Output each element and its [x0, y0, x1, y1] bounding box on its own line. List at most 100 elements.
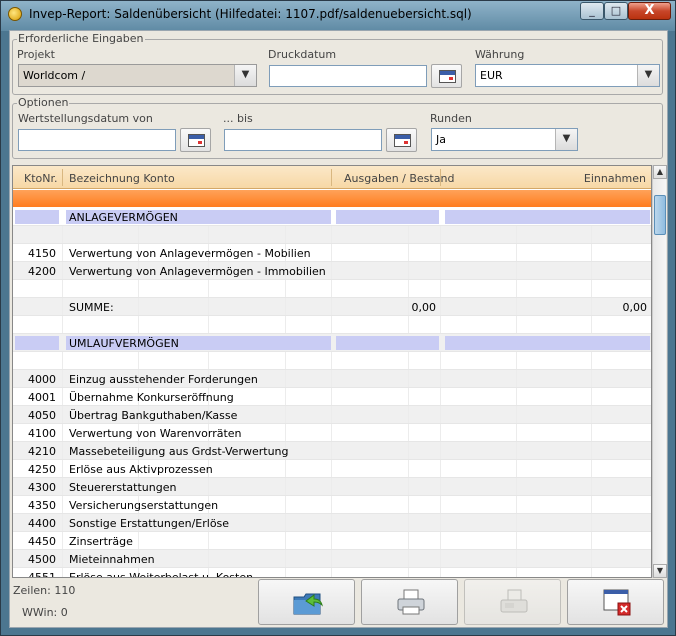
cell-divider: [331, 406, 332, 423]
cell-divider: [516, 316, 517, 333]
cell-divider: [62, 280, 63, 297]
cell-divider: [285, 496, 286, 513]
cell-divider: [331, 424, 332, 441]
window-title: Invep-Report: Saldenübersicht (Hilfedate…: [29, 7, 472, 21]
table-row[interactable]: 4150 Verwertung von Anlagevermögen - Mobi…: [13, 244, 651, 262]
minimize-button[interactable]: _: [580, 2, 604, 20]
column-header-bezeichnung[interactable]: Bezeichnung Konto: [69, 172, 175, 185]
cell-divider: [591, 280, 592, 297]
table-row[interactable]: 4551 Erlöse aus Weiterbelast.u. Kosten: [13, 568, 651, 577]
cell-divider: [440, 280, 441, 297]
cell-divider: [591, 424, 592, 441]
cell-divider: [62, 532, 63, 549]
druckdatum-field[interactable]: [269, 65, 427, 87]
table-row[interactable]: 4450 Zinserträge: [13, 532, 651, 550]
cell-divider: [285, 316, 286, 333]
table-row[interactable]: 4000 Einzug ausstehender Forderungen: [13, 370, 651, 388]
table-row[interactable]: 4300 Steuererstattungen: [13, 478, 651, 496]
von-date-field[interactable]: [18, 129, 176, 151]
cell-divider: [208, 550, 209, 567]
table-row[interactable]: 4001 Übernahme Konkurseröffnung: [13, 388, 651, 406]
app-window: Invep-Report: Saldenübersicht (Hilfedate…: [0, 0, 676, 636]
cell-divider: [440, 424, 441, 441]
cell-ausgaben: 0,00: [411, 301, 437, 314]
fax-icon: [500, 589, 528, 613]
runden-select[interactable]: Ja ▼: [431, 128, 578, 151]
cell-divider: [591, 514, 592, 531]
scroll-up-arrow-icon[interactable]: ▲: [653, 165, 667, 179]
cell-divider: [516, 352, 517, 369]
table-row[interactable]: 4250 Erlöse aus Aktivprozessen: [13, 460, 651, 478]
von-calendar-button[interactable]: [180, 128, 211, 152]
cell-ktonr: 4450: [28, 535, 56, 548]
scrollbar-thumb[interactable]: [654, 195, 666, 235]
cell-bezeichnung: Steuererstattungen: [69, 481, 177, 494]
export-button[interactable]: [258, 579, 355, 625]
table-row[interactable]: 4100 Verwertung von Warenvorräten: [13, 424, 651, 442]
column-header-einnahmen[interactable]: Einnahmen: [584, 172, 646, 185]
cell-divider: [516, 244, 517, 261]
cell-divider: [440, 316, 441, 333]
column-header-ktonr[interactable]: KtoNr.: [24, 172, 58, 185]
cell-divider: [516, 568, 517, 577]
section-row[interactable]: ANLAGEVERMÖGEN: [13, 208, 651, 226]
table-row[interactable]: 4350 Versicherungserstattungen: [13, 496, 651, 514]
maximize-button[interactable]: □: [604, 2, 628, 20]
cell-divider: [408, 532, 409, 549]
projekt-select[interactable]: Worldcom / ▼: [18, 64, 257, 87]
cell-divider: [591, 370, 592, 387]
cell-divider: [408, 568, 409, 577]
cell-divider: [516, 478, 517, 495]
cell-divider: [591, 478, 592, 495]
cell-bezeichnung: Massebeteiligung aus Grdst-Verwertung: [69, 445, 289, 458]
vertical-scrollbar[interactable]: ▲ ▼: [652, 165, 667, 578]
cell-divider: [408, 388, 409, 405]
cell-divider: [331, 316, 332, 333]
cell-divider: [440, 514, 441, 531]
chevron-down-icon[interactable]: ▼: [555, 129, 577, 150]
chevron-down-icon[interactable]: ▼: [637, 65, 659, 86]
table-row[interactable]: [13, 352, 651, 370]
waehrung-select[interactable]: EUR ▼: [475, 64, 660, 87]
table-row[interactable]: 4500 Mieteinnahmen: [13, 550, 651, 568]
cell-divider: [62, 568, 63, 577]
cell-divider: [208, 298, 209, 315]
cell-divider: [331, 298, 332, 315]
table-row[interactable]: 4200 Verwertung von Anlagevermögen - Immo…: [13, 262, 651, 280]
scroll-down-arrow-icon[interactable]: ▼: [653, 564, 667, 578]
cell-divider: [285, 424, 286, 441]
column-header-ausgaben[interactable]: Ausgaben / Bestand: [344, 172, 454, 185]
cell-divider: [62, 442, 63, 459]
client-area: Erforderliche Eingaben Projekt Worldcom …: [9, 30, 668, 628]
projekt-value: Worldcom /: [23, 69, 86, 82]
table-row[interactable]: 4210 Massebeteiligung aus Grdst-Verwertun…: [13, 442, 651, 460]
bis-date-field[interactable]: [224, 129, 382, 151]
cell-ktonr: 4300: [28, 481, 56, 494]
cell-bezeichnung: ANLAGEVERMÖGEN: [69, 211, 178, 224]
cell-divider: [408, 478, 409, 495]
print-button[interactable]: [361, 579, 458, 625]
cell-divider: [440, 478, 441, 495]
table-row[interactable]: 4400 Sonstige Erstattungen/Erlöse: [13, 514, 651, 532]
cell-divider: [591, 442, 592, 459]
table-row[interactable]: 4050 Übertrag Bankguthaben/Kasse: [13, 406, 651, 424]
table-row[interactable]: [13, 280, 651, 298]
close-window-button[interactable]: [567, 579, 664, 625]
cell-divider: [591, 496, 592, 513]
section-row[interactable]: UMLAUFVERMÖGEN: [13, 334, 651, 352]
table-row[interactable]: [13, 226, 651, 244]
cell-divider: [208, 352, 209, 369]
chevron-down-icon[interactable]: ▼: [234, 65, 256, 86]
cell-divider: [331, 352, 332, 369]
druckdatum-calendar-button[interactable]: [431, 64, 462, 88]
cell-bezeichnung: Verwertung von Anlagevermögen - Immobili…: [69, 265, 326, 278]
close-button[interactable]: X: [628, 2, 671, 20]
cell-bezeichnung: SUMME:: [69, 301, 114, 314]
table-row[interactable]: SUMME: 0,00 0,00: [13, 298, 651, 316]
fax-button[interactable]: [464, 579, 561, 625]
table-row[interactable]: [13, 316, 651, 334]
cell-divider: [516, 370, 517, 387]
bis-calendar-button[interactable]: [386, 128, 417, 152]
app-icon: [8, 7, 22, 21]
cell-divider: [208, 226, 209, 243]
